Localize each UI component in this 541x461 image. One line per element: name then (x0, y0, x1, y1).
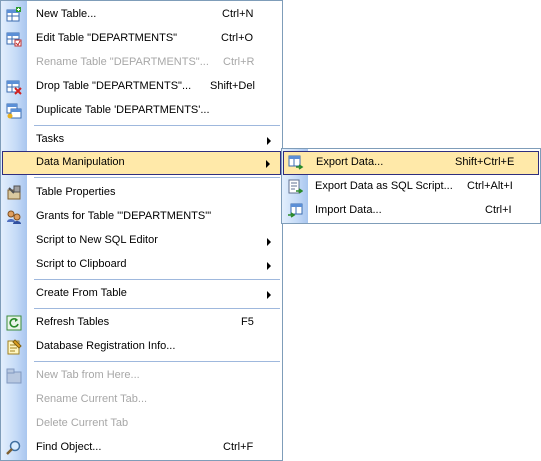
menu-item-duplicate-table[interactable]: Duplicate Table 'DEPARTMENTS'... (1, 99, 282, 123)
menu-item-label: Database Registration Info... (36, 340, 176, 352)
submenu-arrow-icon (267, 238, 271, 246)
menu-item-shortcut: Ctrl+O (221, 32, 254, 44)
menu-item-create-from-table[interactable]: Create From Table (1, 282, 282, 306)
menu-item-label: Rename Current Tab... (36, 393, 148, 405)
submenu-arrow-icon (267, 262, 271, 270)
data-manipulation-submenu: Export Data... Shift+Ctrl+E Export Data … (281, 148, 541, 224)
menu-item-grants[interactable]: Grants for Table '"DEPARTMENTS"' (1, 205, 282, 229)
import-data-icon (287, 203, 303, 219)
menu-item-label: Duplicate Table 'DEPARTMENTS'... (36, 104, 210, 116)
menu-item-label: Table Properties (36, 186, 116, 198)
menu-item-database-registration-info[interactable]: Database Registration Info... (1, 335, 282, 359)
menu-item-export-data-as-sql[interactable]: Export Data as SQL Script... Ctrl+Alt+I (282, 175, 540, 199)
menu-item-label: Import Data... (315, 204, 382, 216)
menu-separator (34, 177, 280, 178)
duplicate-table-icon (6, 103, 22, 119)
menu-item-label: Tasks (36, 133, 65, 145)
refresh-icon (6, 315, 22, 331)
menu-item-label: New Tab from Here... (36, 369, 140, 381)
menu-item-label: Delete Current Tab (36, 417, 129, 429)
menu-item-new-table[interactable]: New Table... Ctrl+N (1, 3, 282, 27)
menu-item-data-manipulation[interactable]: Data Manipulation (2, 151, 281, 175)
menu-item-label: Export Data... (316, 156, 384, 168)
context-menu: New Table... Ctrl+N Edit Table "DEPARTME… (0, 0, 283, 461)
menu-item-shortcut: Ctrl+I (485, 204, 512, 216)
menu-item-label: Script to New SQL Editor (36, 234, 158, 246)
menu-item-delete-current-tab[interactable]: Delete Current Tab (1, 412, 282, 436)
menu-item-rename-table[interactable]: Rename Table "DEPARTMENTS"... Ctrl+R (1, 51, 282, 75)
new-table-icon (6, 7, 22, 23)
menu-item-label: Rename Table "DEPARTMENTS"... (36, 56, 209, 68)
menu-item-tasks[interactable]: Tasks (1, 128, 282, 152)
menu-item-shortcut: Ctrl+Alt+I (467, 180, 513, 192)
menu-item-table-properties[interactable]: Table Properties (1, 181, 282, 205)
menu-item-script-to-sql-editor[interactable]: Script to New SQL Editor (1, 229, 282, 253)
submenu-arrow-icon (267, 137, 271, 145)
menu-item-label: Script to Clipboard (36, 258, 127, 270)
menu-item-new-tab-from-here[interactable]: New Tab from Here... (1, 364, 282, 388)
export-data-icon (288, 155, 304, 171)
new-tab-icon (6, 368, 22, 384)
menu-item-import-data[interactable]: Import Data... Ctrl+I (282, 199, 540, 223)
menu-item-edit-table[interactable]: Edit Table "DEPARTMENTS" Ctrl+O (1, 27, 282, 51)
export-sql-icon (287, 179, 303, 195)
menu-item-shortcut: Shift+Ctrl+E (455, 156, 515, 168)
menu-item-export-data[interactable]: Export Data... Shift+Ctrl+E (283, 151, 539, 175)
menu-item-drop-table[interactable]: Drop Table "DEPARTMENTS"... Shift+Del (1, 75, 282, 99)
menu-item-label: Drop Table "DEPARTMENTS"... (36, 80, 192, 92)
menu-item-label: Export Data as SQL Script... (315, 180, 453, 192)
menu-item-label: Create From Table (36, 287, 127, 299)
menu-separator (34, 308, 280, 309)
edit-table-icon (6, 31, 22, 47)
menu-item-label: Grants for Table '"DEPARTMENTS"' (36, 210, 212, 222)
menu-item-label: Find Object... (36, 441, 102, 453)
menu-item-shortcut: Shift+Del (210, 80, 255, 92)
submenu-arrow-icon (266, 160, 270, 168)
menu-item-label: New Table... (36, 8, 97, 20)
menu-item-label: Edit Table "DEPARTMENTS" (36, 32, 178, 44)
menu-item-label: Data Manipulation (36, 156, 125, 168)
menu-item-shortcut: Ctrl+R (223, 56, 255, 68)
grants-icon (6, 209, 22, 225)
find-icon (6, 440, 22, 456)
drop-table-icon (6, 79, 22, 95)
menu-item-rename-current-tab[interactable]: Rename Current Tab... (1, 388, 282, 412)
menu-item-shortcut: Ctrl+F (223, 441, 254, 453)
registration-info-icon (6, 339, 22, 355)
menu-item-shortcut: Ctrl+N (222, 8, 254, 20)
submenu-arrow-icon (267, 291, 271, 299)
menu-item-label: Refresh Tables (36, 316, 110, 328)
table-properties-icon (6, 185, 22, 201)
menu-item-refresh-tables[interactable]: Refresh Tables F5 (1, 311, 282, 335)
menu-item-script-to-clipboard[interactable]: Script to Clipboard (1, 253, 282, 277)
menu-separator (34, 125, 280, 126)
menu-separator (34, 361, 280, 362)
menu-separator (34, 279, 280, 280)
menu-item-shortcut: F5 (241, 316, 254, 328)
menu-item-find-object[interactable]: Find Object... Ctrl+F (1, 436, 282, 460)
